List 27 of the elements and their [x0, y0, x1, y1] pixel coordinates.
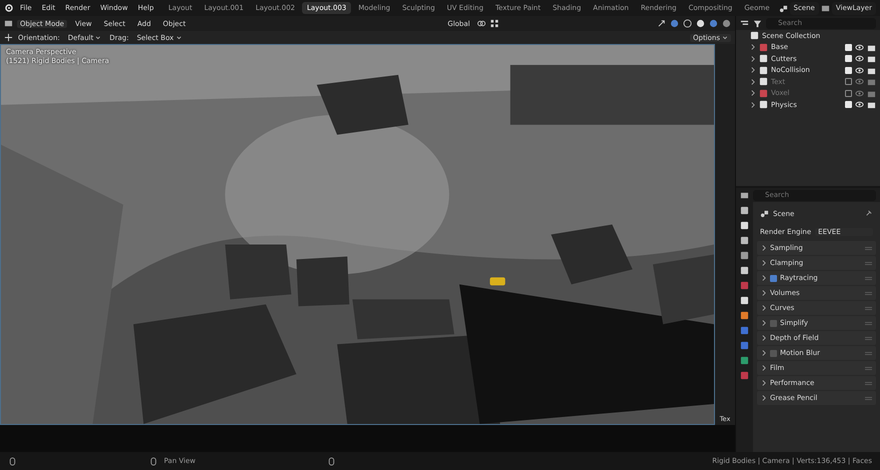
mouse-icon [149, 456, 158, 466]
rendered-shading-icon[interactable] [722, 19, 731, 28]
filter-icon[interactable] [753, 18, 762, 28]
material-shading-icon[interactable] [709, 19, 718, 28]
exclude-checkbox[interactable] [845, 78, 852, 86]
solid-shading-icon[interactable] [696, 19, 705, 28]
link-icon[interactable] [477, 19, 486, 28]
chevron-icon [95, 34, 102, 40]
blender-logo-icon[interactable] [4, 3, 14, 13]
display-mode-icon[interactable] [740, 18, 749, 28]
panel-checkbox[interactable] [770, 350, 777, 356]
chevron-icon [176, 34, 182, 40]
chevron-icon [722, 34, 728, 40]
eye-icon[interactable] [855, 66, 864, 75]
panel-checkbox[interactable] [770, 320, 777, 326]
eye-icon[interactable] [855, 42, 864, 52]
panel-checkbox[interactable] [770, 274, 777, 282]
mouse-icon [8, 456, 17, 466]
move-icon[interactable] [4, 33, 13, 42]
eye-icon[interactable] [855, 54, 864, 64]
overlay-icon[interactable] [670, 19, 679, 28]
eye-icon[interactable] [855, 100, 864, 110]
mouse-icon [327, 456, 336, 466]
gizmo-icon[interactable] [657, 19, 666, 28]
exclude-checkbox[interactable] [845, 90, 852, 97]
wireframe-shading-icon[interactable] [683, 19, 692, 28]
grid-icon[interactable] [490, 19, 499, 28]
